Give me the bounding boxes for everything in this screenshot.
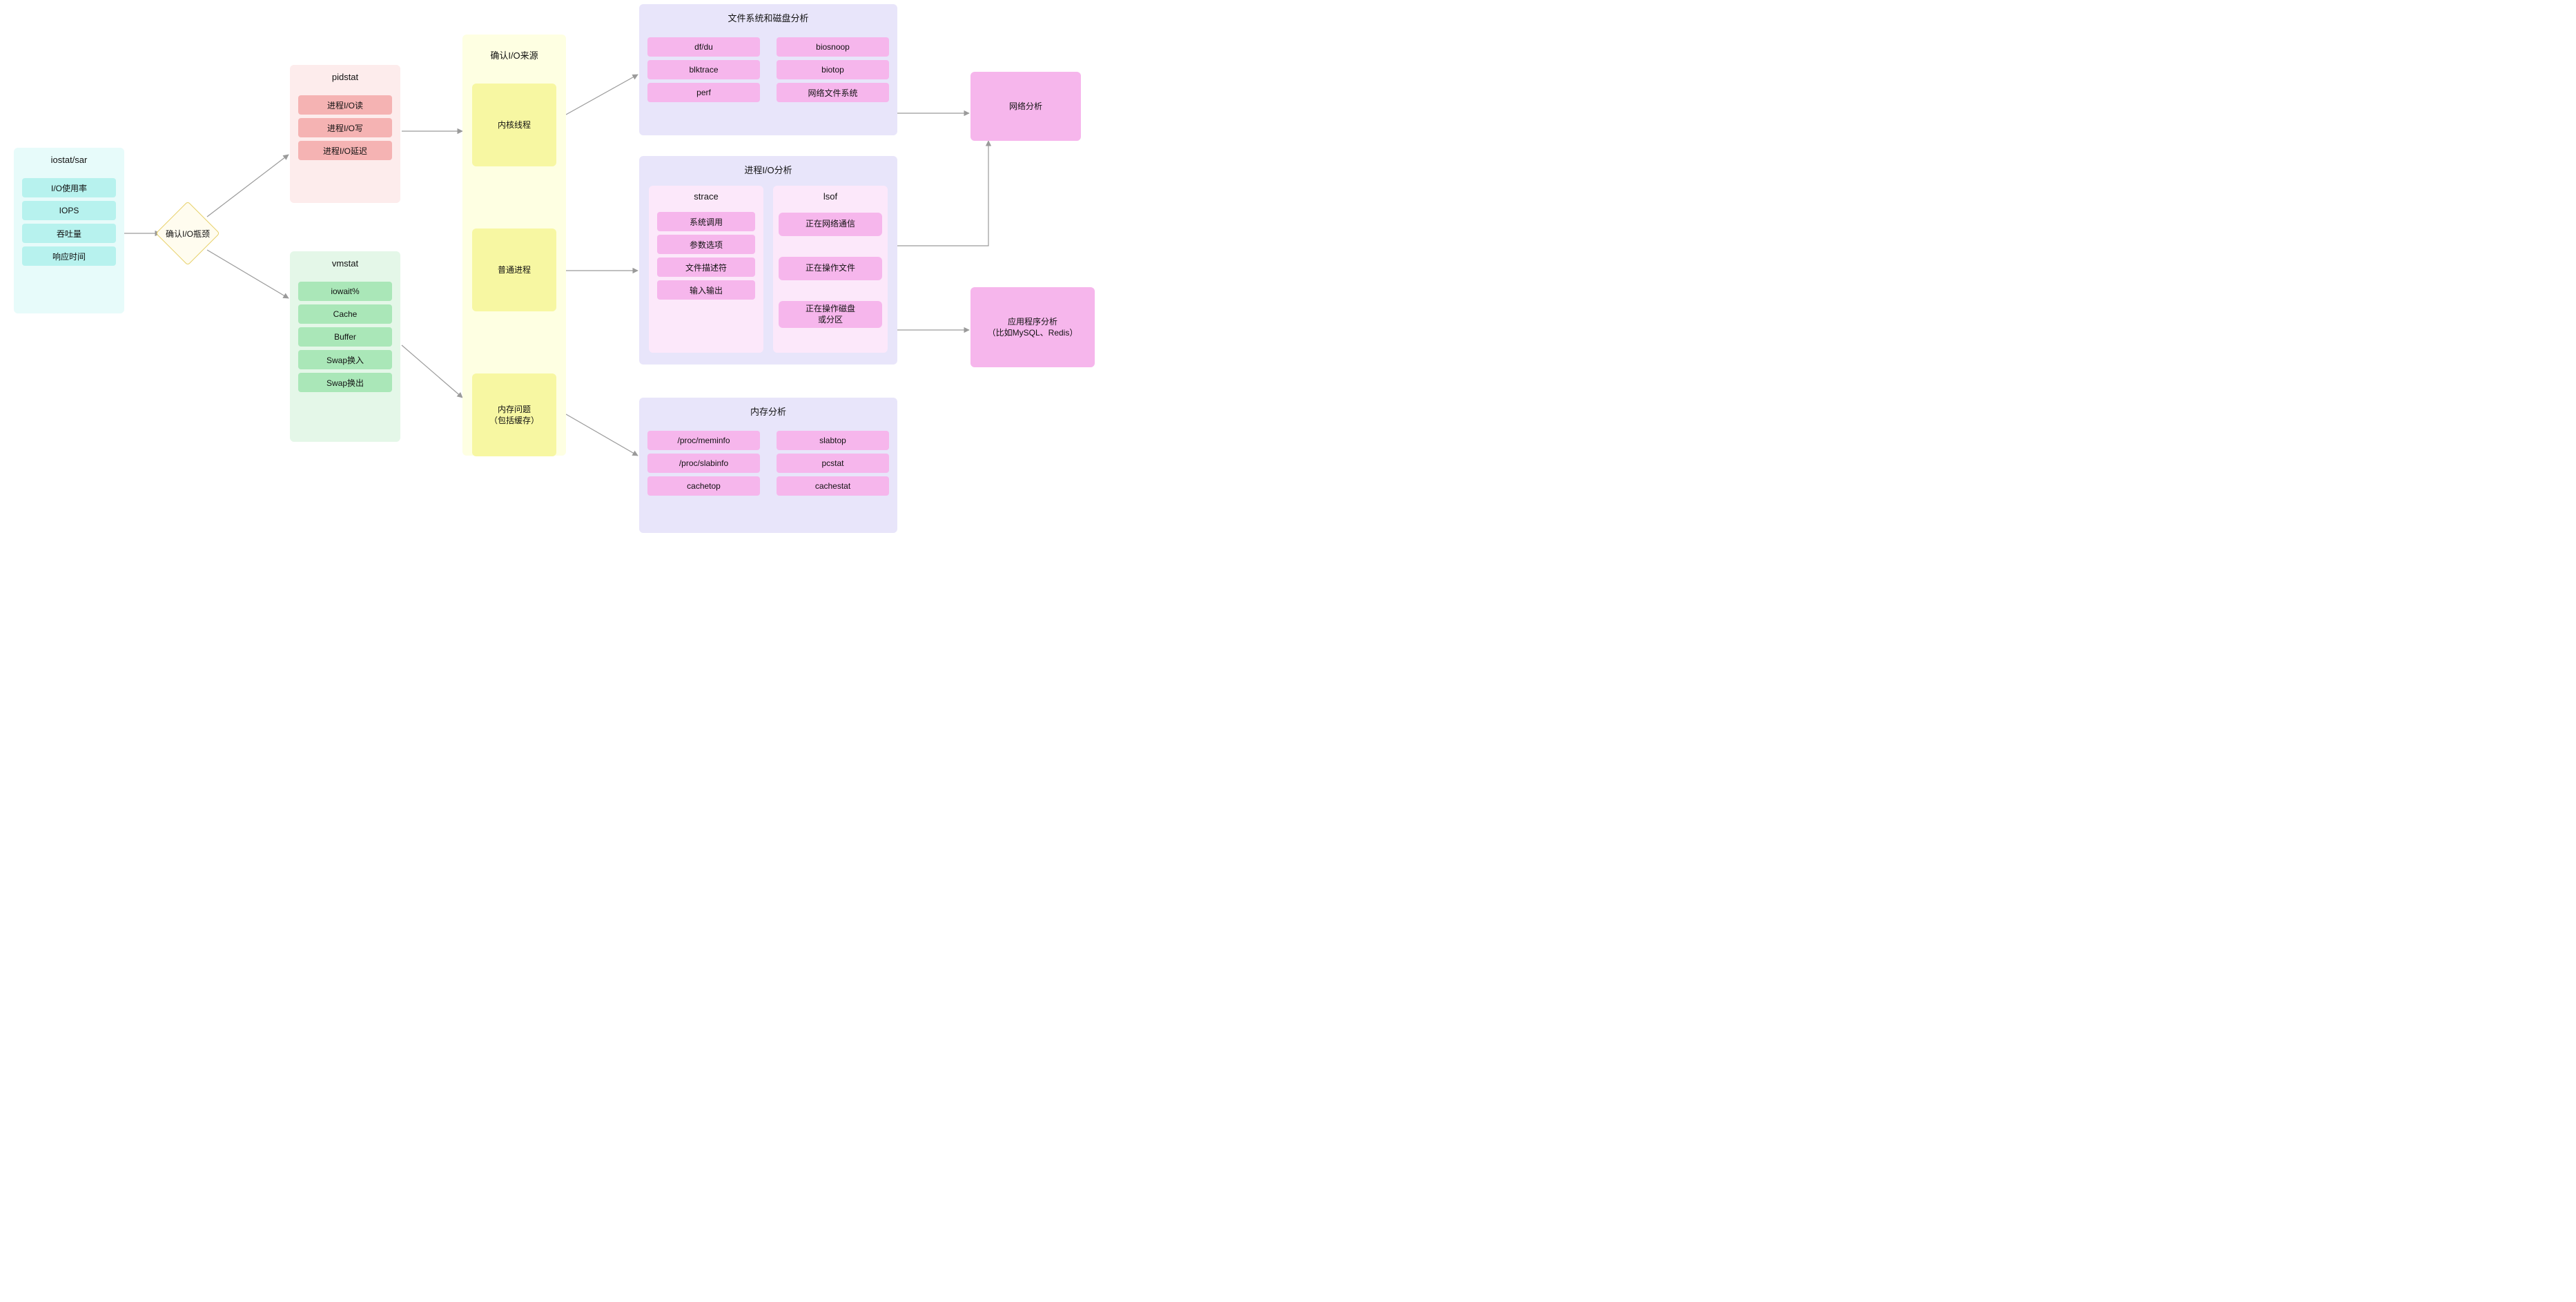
pidstat-title: pidstat bbox=[290, 65, 400, 92]
mem-item: /proc/meminfo bbox=[647, 431, 760, 450]
mem-item: cachetop bbox=[647, 476, 760, 496]
vmstat-item: iowait% bbox=[298, 282, 392, 301]
io-source-item-memory: 内存问题 （包括缓存） bbox=[472, 373, 556, 456]
pidstat-item: 进程I/O读 bbox=[298, 95, 392, 115]
net-analysis-label: 网络分析 bbox=[1009, 101, 1042, 112]
vmstat-item: Swap换入 bbox=[298, 350, 392, 369]
procio-box: 进程I/O分析 strace 系统调用 参数选项 文件描述符 输入输出 lsof… bbox=[639, 156, 897, 365]
fsdisk-item: blktrace bbox=[647, 60, 760, 79]
fsdisk-item: biotop bbox=[777, 60, 889, 79]
app-analysis-label: 应用程序分析 （比如MySQL、Redis） bbox=[988, 316, 1078, 338]
iostat-title: iostat/sar bbox=[14, 148, 124, 175]
diagram-canvas: iostat/sar I/O使用率 IOPS 吞吐量 响应时间 确认I/O瓶颈 … bbox=[0, 0, 1104, 552]
vmstat-item: Swap换出 bbox=[298, 373, 392, 392]
mem-item: slabtop bbox=[777, 431, 889, 450]
pidstat-item: 进程I/O延迟 bbox=[298, 141, 392, 160]
pidstat-item: 进程I/O写 bbox=[298, 118, 392, 137]
strace-item: 输入输出 bbox=[657, 280, 755, 300]
io-source-title: 确认I/O来源 bbox=[462, 35, 566, 71]
procio-title: 进程I/O分析 bbox=[639, 156, 897, 186]
iostat-item: I/O使用率 bbox=[22, 178, 116, 197]
iostat-item: 响应时间 bbox=[22, 246, 116, 266]
io-source-item-kernel: 内核线程 bbox=[472, 84, 556, 166]
fsdisk-item-netfs: 网络文件系统 bbox=[777, 83, 889, 102]
lsof-title: lsof bbox=[773, 186, 888, 208]
mem-item: cachestat bbox=[777, 476, 889, 496]
fsdisk-box: 文件系统和磁盘分析 df/du blktrace perf biosnoop b… bbox=[639, 4, 897, 135]
strace-title: strace bbox=[649, 186, 763, 208]
strace-item: 文件描述符 bbox=[657, 258, 755, 277]
io-source-box: 确认I/O来源 内核线程 普通进程 内存问题 （包括缓存） bbox=[462, 35, 566, 456]
vmstat-item: Cache bbox=[298, 304, 392, 324]
mem-title: 内存分析 bbox=[639, 398, 897, 427]
net-analysis-box: 网络分析 bbox=[970, 72, 1081, 141]
iostat-box: iostat/sar I/O使用率 IOPS 吞吐量 响应时间 bbox=[14, 148, 124, 313]
vmstat-item: Buffer bbox=[298, 327, 392, 347]
vmstat-box: vmstat iowait% Cache Buffer Swap换入 Swap换… bbox=[290, 251, 400, 442]
fsdisk-item: df/du bbox=[647, 37, 760, 57]
lsof-item-net: 正在网络通信 bbox=[779, 213, 882, 236]
app-analysis-box: 应用程序分析 （比如MySQL、Redis） bbox=[970, 287, 1095, 367]
decision-diamond: 确认I/O瓶颈 bbox=[162, 207, 214, 260]
fsdisk-item: biosnoop bbox=[777, 37, 889, 57]
iostat-item: 吞吐量 bbox=[22, 224, 116, 243]
lsof-item-disk: 正在操作磁盘 或分区 bbox=[779, 301, 882, 328]
fsdisk-item: perf bbox=[647, 83, 760, 102]
mem-item: pcstat bbox=[777, 454, 889, 473]
vmstat-title: vmstat bbox=[290, 251, 400, 278]
strace-item: 系统调用 bbox=[657, 212, 755, 231]
decision-label: 确认I/O瓶颈 bbox=[153, 228, 222, 240]
pidstat-box: pidstat 进程I/O读 进程I/O写 进程I/O延迟 bbox=[290, 65, 400, 203]
io-source-item-process: 普通进程 bbox=[472, 229, 556, 311]
strace-card: strace 系统调用 参数选项 文件描述符 输入输出 bbox=[649, 186, 763, 353]
lsof-card: lsof 正在网络通信 正在操作文件 正在操作磁盘 或分区 bbox=[773, 186, 888, 353]
mem-item: /proc/slabinfo bbox=[647, 454, 760, 473]
iostat-item: IOPS bbox=[22, 201, 116, 220]
mem-box: 内存分析 /proc/meminfo /proc/slabinfo cachet… bbox=[639, 398, 897, 533]
fsdisk-title: 文件系统和磁盘分析 bbox=[639, 4, 897, 34]
lsof-item-file: 正在操作文件 bbox=[779, 257, 882, 280]
strace-item: 参数选项 bbox=[657, 235, 755, 254]
